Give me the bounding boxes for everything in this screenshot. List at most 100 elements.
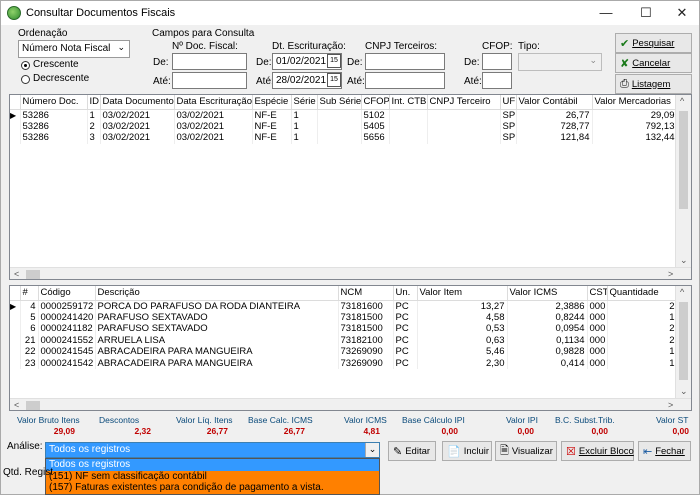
chevron-down-icon: ⌄ <box>117 42 125 52</box>
table-cell: ABRACADEIRA PARA MANGUEIRA <box>95 346 339 358</box>
delete-icon: ☒ <box>566 445 576 458</box>
column-header[interactable]: CNPJ Terceiro <box>427 95 501 110</box>
calendar-icon[interactable]: 15 <box>327 54 341 68</box>
scroll-up-icon[interactable]: ^ <box>680 287 684 297</box>
scroll-right-icon[interactable]: > <box>668 400 673 410</box>
total-value: 0,00 <box>672 426 689 436</box>
table-cell: 73181500 <box>338 323 394 335</box>
column-header[interactable]: ID <box>87 95 101 110</box>
total-value: 2,32 <box>134 426 151 436</box>
maximize-button[interactable]: ☐ <box>631 3 661 23</box>
column-header[interactable]: Descrição <box>95 286 339 301</box>
column-header[interactable]: Valor ICMS <box>507 286 588 301</box>
column-header[interactable]: Data Documento <box>100 95 175 110</box>
scroll-left-icon[interactable]: < <box>14 269 19 279</box>
total-label: B.C. Subst.Trib. <box>555 415 615 425</box>
table-row[interactable]: 53286 2 03/02/2021 03/02/2021 NF-E 1 5405 SP 728… <box>10 120 678 132</box>
fechar-button[interactable]: ⇤ Fechar <box>638 441 691 461</box>
excluir-bloco-button[interactable]: ☒ Excluir Bloco <box>561 441 634 461</box>
scroll-right-icon[interactable]: > <box>668 269 673 279</box>
table-cell: PORCA DO PARAFUSO DA RODA DIANTEIRA <box>95 300 339 312</box>
column-header[interactable]: UF <box>500 95 517 110</box>
table-row[interactable]: 53286 3 03/02/2021 03/02/2021 NF-E 1 5656 SP 121… <box>10 132 678 144</box>
column-header[interactable]: Número Doc. <box>20 95 88 110</box>
table-row[interactable]: 21 0000241552 ARRUELA LISA 73182100 PC 0,63 0,… <box>10 334 678 346</box>
table-row[interactable]: 23 0000241542 ABRACADEIRA PARA MANGUEIRA 73… <box>10 357 678 369</box>
scroll-left-icon[interactable]: < <box>14 400 19 410</box>
table-cell: 22 <box>20 346 39 358</box>
close-button[interactable]: ✕ <box>667 3 697 23</box>
table-row[interactable]: 6 0000241182 PARAFUSO SEXTAVADO 73181500 PC 0… <box>10 323 678 335</box>
scroll-down-icon[interactable]: ⌄ <box>680 255 688 266</box>
nro-doc-ate-input[interactable] <box>172 72 247 89</box>
scroll-up-icon[interactable]: ^ <box>680 96 684 106</box>
analise-option[interactable]: (157) Faturas existentes para condição d… <box>46 482 379 494</box>
table-cell: 73269090 <box>338 357 394 369</box>
items-hscroll[interactable]: < > <box>10 398 691 410</box>
items-vscroll[interactable]: ^ ⌄ <box>675 286 691 398</box>
scroll-thumb[interactable] <box>26 270 40 279</box>
tipo-select[interactable]: ⌄ <box>518 53 602 71</box>
analise-option[interactable]: Todos os registros <box>46 459 379 471</box>
visualizar-button[interactable]: 🗎 Visualizar <box>495 441 557 461</box>
decrescente-radio[interactable] <box>21 75 30 84</box>
column-header[interactable]: # <box>20 286 39 301</box>
table-cell <box>389 132 428 144</box>
cnpj-ate-input[interactable] <box>365 72 445 89</box>
documents-vscroll[interactable]: ^ ⌄ <box>675 95 691 267</box>
table-cell: PC <box>393 346 418 358</box>
column-header[interactable]: Valor Item <box>417 286 508 301</box>
column-header[interactable]: Data Escrituração <box>174 95 253 110</box>
table-cell: 03/02/2021 <box>100 120 175 132</box>
cfop-ate-input[interactable] <box>482 72 512 89</box>
table-row[interactable]: ▶ 4 0000259172 PORCA DO PARAFUSO DA RODA DI… <box>10 300 678 312</box>
scroll-thumb[interactable] <box>26 401 40 410</box>
nro-doc-de-input[interactable] <box>172 53 247 70</box>
column-header[interactable]: Valor Mercadorias <box>592 95 678 110</box>
scroll-down-icon[interactable]: ⌄ <box>680 386 688 397</box>
column-header[interactable]: Quantidade <box>607 286 678 301</box>
table-cell: PC <box>393 357 418 369</box>
column-header[interactable]: Série <box>291 95 318 110</box>
total-value: 26,77 <box>206 426 228 436</box>
table-row[interactable]: ▶ 53286 1 03/02/2021 03/02/2021 NF-E 1 5102 SP 26… <box>10 109 678 121</box>
cancelar-button[interactable]: ✘ Cancelar <box>615 53 692 73</box>
column-header[interactable]: Valor Contábil <box>516 95 593 110</box>
table-cell: 0,414 <box>507 357 588 369</box>
column-header[interactable]: Sub Série <box>317 95 362 110</box>
minimize-button[interactable]: — <box>591 3 621 23</box>
table-cell: ARRUELA LISA <box>95 334 339 346</box>
listagem-button[interactable]: ⎙ Listagem <box>615 74 692 94</box>
column-header[interactable]: Código <box>38 286 96 301</box>
analise-option[interactable]: (151) NF sem classificação contábil <box>46 471 379 483</box>
cfop-de-input[interactable] <box>482 53 512 70</box>
cnpj-de-input[interactable] <box>365 53 445 70</box>
table-row[interactable]: 5 0000241420 PARAFUSO SEXTAVADO 73181500 PC 4… <box>10 311 678 323</box>
scroll-thumb[interactable] <box>679 111 688 209</box>
table-cell: 29,09 <box>592 109 678 121</box>
documents-grid[interactable]: Número Doc. ID Data Documento Data Escritur… <box>9 94 692 280</box>
scroll-thumb[interactable] <box>679 302 688 380</box>
table-cell: 4 <box>20 300 39 312</box>
documents-hscroll[interactable]: < > <box>10 267 691 279</box>
pesquisar-button[interactable]: ✔ Pesquisar <box>615 33 692 53</box>
column-header[interactable]: CST <box>587 286 608 301</box>
column-header[interactable]: Un. <box>393 286 418 301</box>
table-row[interactable]: 22 0000241545 ABRACADEIRA PARA MANGUEIRA 73… <box>10 346 678 358</box>
incluir-button[interactable]: 📄 Incluir <box>442 441 492 461</box>
column-header[interactable]: CFOP <box>361 95 390 110</box>
column-header[interactable]: Espécie <box>252 95 292 110</box>
table-cell: 03/02/2021 <box>174 120 253 132</box>
column-header[interactable]: Int. CTB <box>389 95 428 110</box>
crescente-radio[interactable] <box>21 61 30 70</box>
current-row-icon: ▶ <box>10 300 21 312</box>
items-grid[interactable]: # Código Descrição NCM Un. Valor Item Valor IC… <box>9 285 692 411</box>
calendar-icon[interactable]: 15 <box>327 73 341 87</box>
analise-select[interactable]: Todos os registros ⌄ <box>45 442 380 458</box>
ordenacao-select[interactable]: Número Nota Fiscal ⌄ <box>18 40 130 58</box>
chevron-down-icon[interactable]: ⌄ <box>365 443 379 457</box>
editar-button[interactable]: ✎ Editar <box>388 441 436 461</box>
table-cell: ABRACADEIRA PARA MANGUEIRA <box>95 357 339 369</box>
column-header[interactable]: NCM <box>338 286 394 301</box>
total-label: Base Cálculo IPI <box>402 415 465 425</box>
